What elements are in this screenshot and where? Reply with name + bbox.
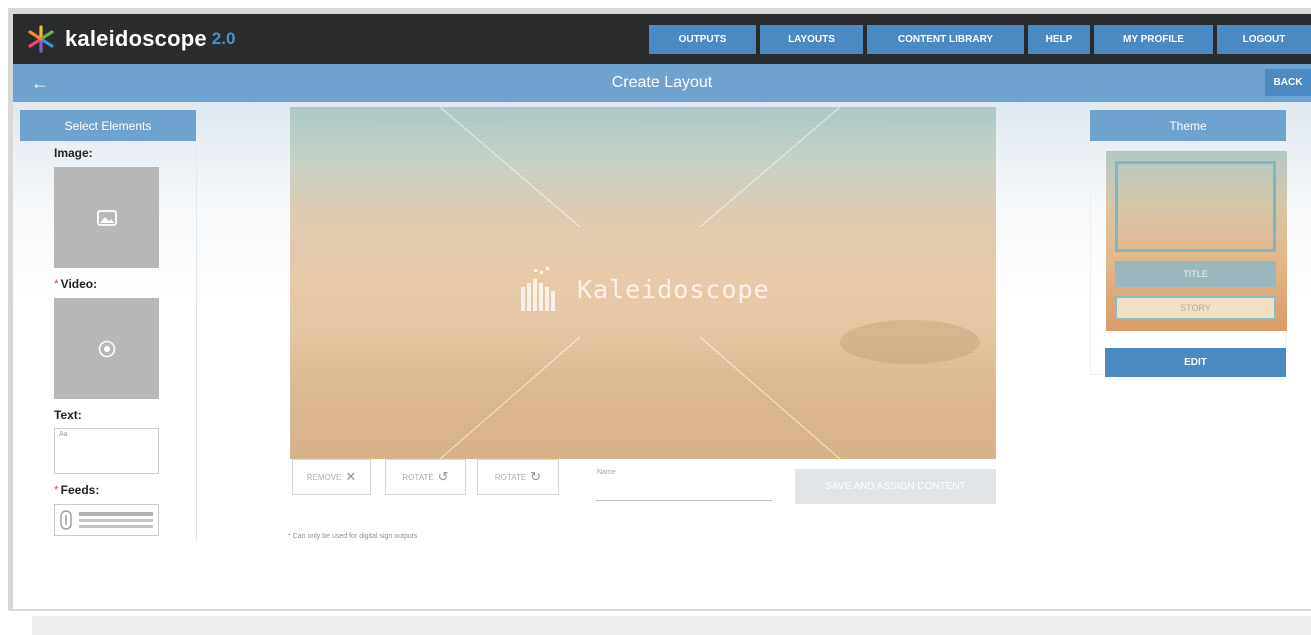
nav-content-library-button[interactable]: CONTENT LIBRARY — [867, 25, 1024, 54]
feeds-label: * Feeds: — [54, 483, 100, 497]
text-label: Text: — [54, 408, 82, 422]
text-element-tile[interactable]: Aa — [54, 428, 159, 474]
required-marker: * — [54, 277, 59, 291]
back-button[interactable]: BACK — [1265, 69, 1311, 96]
app-name: kaleidoscope — [65, 26, 207, 51]
elements-list: Image: * Video: Text: Aa * Feeds: — [20, 141, 197, 541]
name-field-label: Name — [597, 469, 616, 476]
rotate-right-button[interactable]: ROTATE ↻ — [477, 459, 559, 495]
required-marker: * — [54, 483, 59, 497]
rotate-right-icon: ↻ — [530, 469, 542, 484]
video-element-tile[interactable] — [54, 298, 159, 399]
video-icon — [98, 340, 115, 357]
select-elements-panel: Select Elements Image: * Video: Text: Aa… — [20, 110, 197, 541]
frame-shadow — [32, 616, 1311, 635]
digital-sign-footnote: * Can only be used for digital sign outp… — [288, 533, 418, 540]
watermark-text: Kaleidoscope — [577, 274, 770, 304]
nav-my-profile-button[interactable]: MY PROFILE — [1094, 25, 1213, 54]
theme-title-slot: TITLE — [1115, 261, 1276, 287]
rotate-left-button[interactable]: ROTATE ↺ — [385, 459, 466, 495]
kaleidoscope-logo-icon — [28, 25, 54, 53]
watermark-logo-icon — [521, 267, 555, 311]
app-version: 2.0 — [211, 29, 236, 48]
image-label: Image: — [54, 146, 93, 160]
nav-logout-button[interactable]: LOGOUT — [1217, 25, 1311, 54]
nav-help-button[interactable]: HELP — [1028, 25, 1090, 54]
theme-panel: Theme TITLE STORY EDIT — [1090, 110, 1287, 377]
rotate-left-icon: ↺ — [437, 469, 449, 484]
close-icon: ✕ — [345, 469, 357, 484]
nav-layouts-button[interactable]: LAYOUTS — [760, 25, 863, 54]
layout-name-input[interactable] — [596, 480, 772, 501]
main-nav: OUTPUTS LAYOUTS CONTENT LIBRARY HELP MY … — [645, 25, 1311, 54]
video-label: * Video: — [54, 277, 98, 291]
theme-heading: Theme — [1090, 110, 1286, 141]
image-element-tile[interactable] — [54, 167, 159, 268]
theme-preview[interactable]: TITLE STORY — [1106, 151, 1287, 331]
select-elements-heading: Select Elements — [20, 110, 196, 141]
nav-outputs-button[interactable]: OUTPUTS — [649, 25, 756, 54]
theme-body: TITLE STORY — [1090, 141, 1287, 375]
theme-story-slot: STORY — [1115, 296, 1276, 320]
feeds-element-tile[interactable] — [54, 504, 159, 536]
theme-media-slot — [1115, 161, 1276, 252]
feed-icon — [60, 510, 153, 530]
remove-button[interactable]: REMOVE ✕ — [292, 459, 371, 495]
page-header-bar: ← Create Layout BACK — [13, 64, 1311, 102]
image-icon — [96, 209, 117, 226]
layout-workspace: Select Elements Image: * Video: Text: Aa… — [13, 102, 1311, 609]
canvas-watermark: Kaleidoscope — [519, 265, 770, 313]
page-title: Create Layout — [611, 74, 713, 91]
edit-theme-button[interactable]: EDIT — [1105, 348, 1286, 377]
layout-preview-canvas[interactable]: Kaleidoscope — [290, 107, 996, 459]
save-and-assign-content-button[interactable]: SAVE AND ASSIGN CONTENT — [795, 469, 996, 504]
app-window: kaleidoscope 2.0 OUTPUTS LAYOUTS CONTENT… — [13, 14, 1311, 609]
app-logo[interactable]: kaleidoscope 2.0 — [25, 24, 235, 54]
top-navigation-bar: kaleidoscope 2.0 OUTPUTS LAYOUTS CONTENT… — [13, 14, 1311, 64]
